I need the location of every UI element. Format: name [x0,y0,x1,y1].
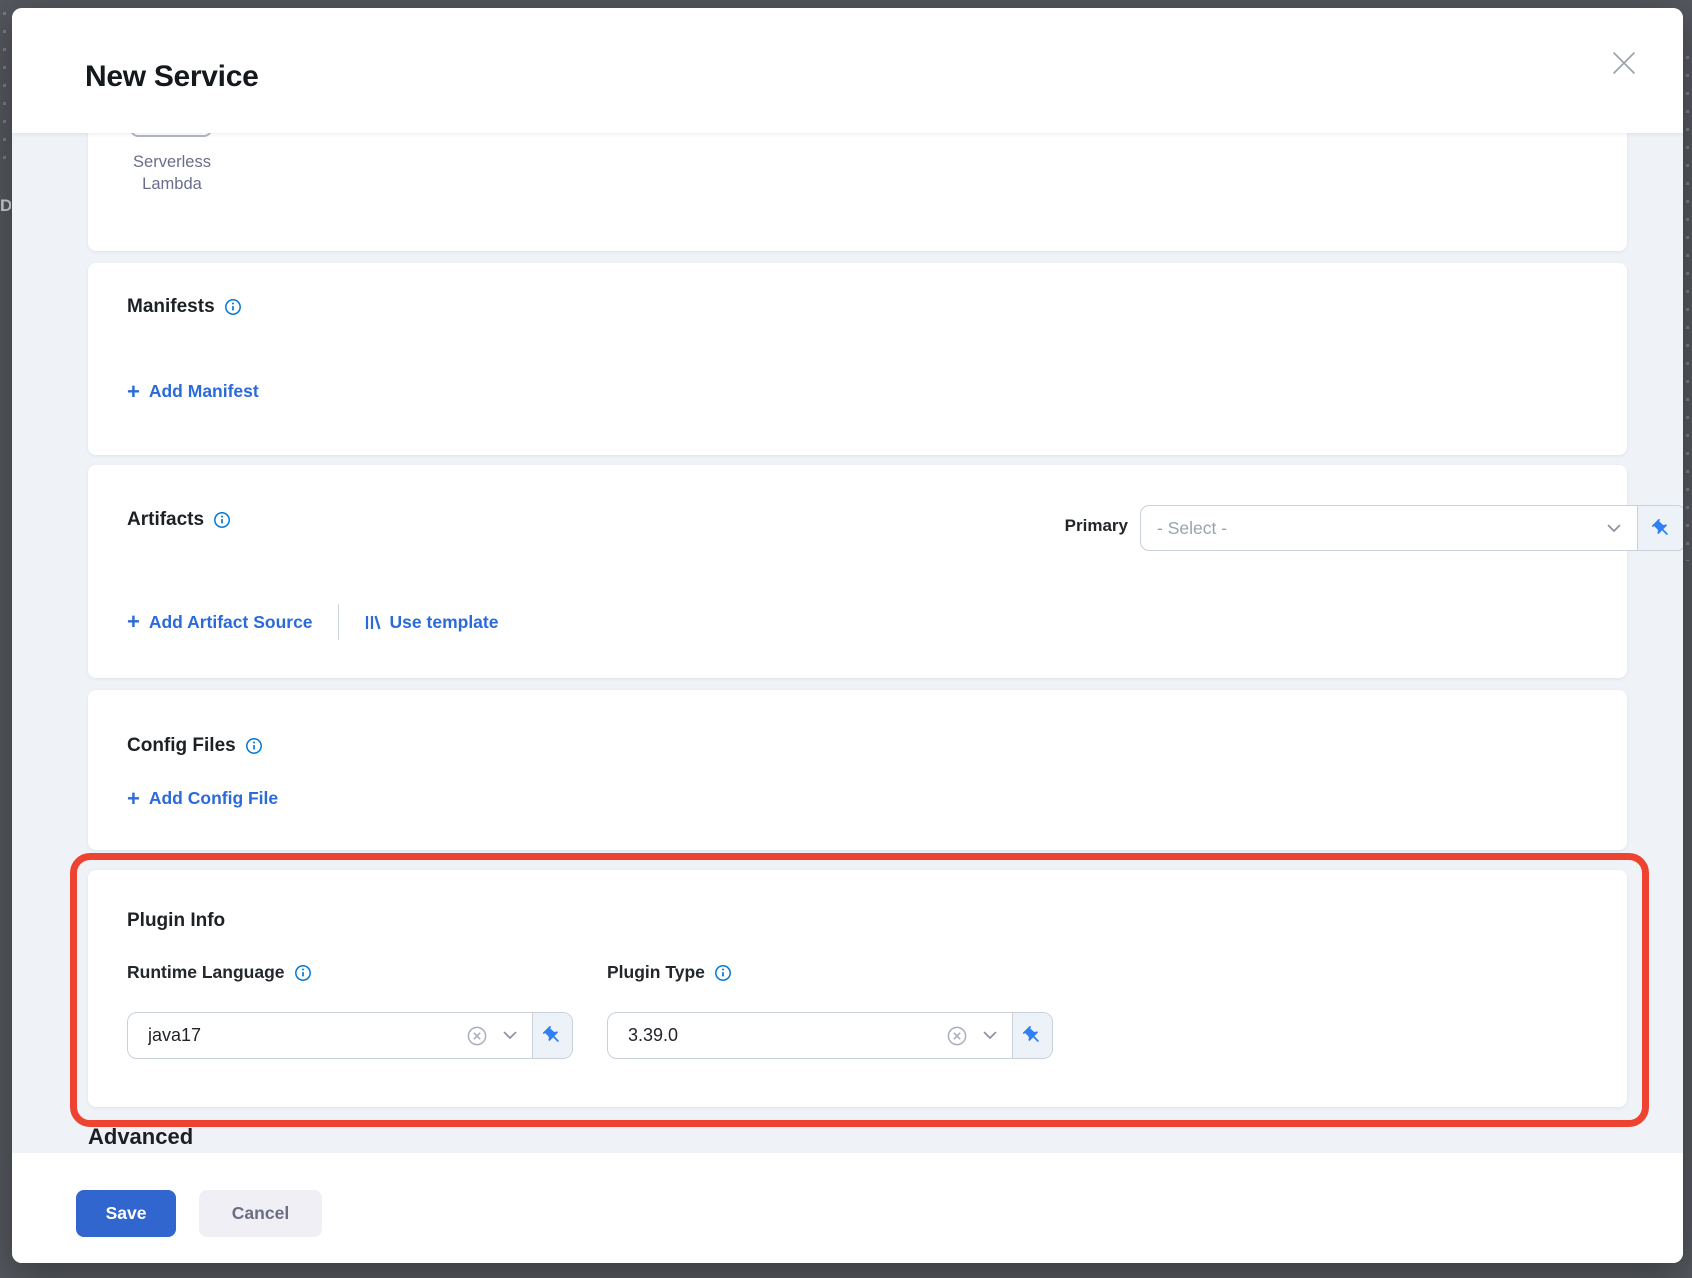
primary-artifact-select: - Select - [1140,505,1683,551]
plus-icon [127,613,140,631]
config-files-section: Config Files Add Config File [88,690,1627,850]
backdrop-dotted-edge-right [1686,56,1689,561]
cancel-button[interactable]: Cancel [199,1190,322,1237]
chevron-down-icon[interactable] [503,1031,517,1040]
advanced-heading: Advanced [88,1124,193,1150]
backdrop-dotted-edge-left [3,12,6,172]
save-button[interactable]: Save [76,1190,176,1237]
close-button[interactable] [1605,44,1643,82]
chevron-down-icon[interactable] [983,1031,997,1040]
add-config-file-button[interactable]: Add Config File [127,788,278,809]
add-manifest-button[interactable]: Add Manifest [127,381,259,402]
runtime-language-combobox [127,1012,573,1059]
close-icon [1611,50,1637,76]
info-icon[interactable] [294,964,312,982]
modal-header: New Service [12,8,1683,133]
use-template-button[interactable]: Use template [364,612,499,633]
artifacts-section: Artifacts Primary - Select - [88,465,1627,678]
add-artifact-source-button[interactable]: Add Artifact Source [127,612,313,633]
plugin-info-section: Plugin Info Runtime Language Plugin Type [88,870,1627,1107]
config-files-heading: Config Files [127,735,236,757]
pin-icon [542,1025,563,1046]
primary-artifact-label: Primary [1054,516,1128,536]
primary-artifact-select-field[interactable]: - Select - [1141,506,1637,550]
plugin-type-pin-button[interactable] [1012,1013,1052,1058]
use-template-label: Use template [390,612,499,633]
primary-pin-button[interactable] [1637,506,1683,550]
info-icon[interactable] [245,737,263,755]
plugin-type-combobox [607,1012,1053,1059]
manifests-heading: Manifests [127,296,215,318]
plugin-info-heading: Plugin Info [127,910,225,932]
clear-icon[interactable] [466,1025,488,1047]
add-manifest-label: Add Manifest [149,381,259,402]
runtime-language-pin-button[interactable] [532,1013,572,1058]
add-artifact-source-label: Add Artifact Source [149,612,313,633]
pin-icon [1651,518,1672,539]
info-icon[interactable] [213,511,231,529]
backdrop-text-fragment: DI [0,196,11,218]
clear-icon[interactable] [946,1025,968,1047]
modal-footer: Save Cancel [12,1153,1683,1263]
artifacts-heading: Artifacts [127,509,204,531]
pin-icon [1022,1025,1043,1046]
screen: DI Serverless Lambda Manifests Add Manif… [0,0,1692,1278]
plugin-type-label: Plugin Type [607,962,705,983]
info-icon[interactable] [224,298,242,316]
plus-icon [127,383,140,401]
deployment-type-tile-label: Serverless Lambda [117,151,227,195]
runtime-language-input[interactable] [128,1013,466,1058]
info-icon[interactable] [714,964,732,982]
plus-icon [127,790,140,808]
divider [338,604,339,640]
chevron-down-icon[interactable] [1607,524,1621,533]
page-title: New Service [85,60,258,94]
runtime-language-label: Runtime Language [127,962,285,983]
template-icon [364,614,381,631]
add-config-file-label: Add Config File [149,788,278,809]
manifests-section: Manifests Add Manifest [88,263,1627,455]
plugin-type-input[interactable] [608,1013,946,1058]
primary-artifact-select-value: - Select - [1157,518,1607,539]
new-service-modal: Serverless Lambda Manifests Add Manifest… [12,8,1683,1263]
